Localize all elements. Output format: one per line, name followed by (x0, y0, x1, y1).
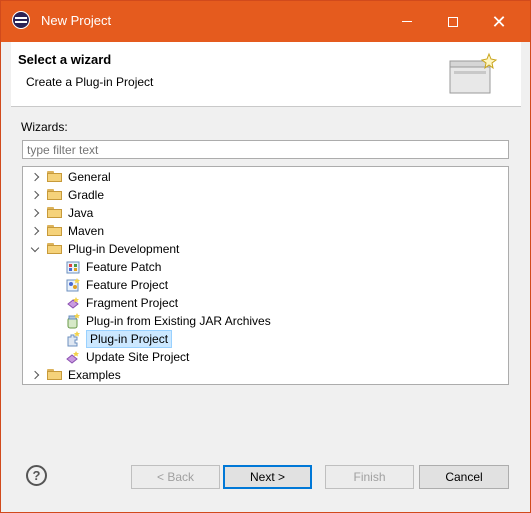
chevron-down-icon[interactable] (29, 240, 41, 258)
wizards-label: Wizards: (21, 120, 68, 134)
jar-plugin-icon (65, 313, 81, 329)
window-title: New Project (41, 13, 112, 28)
chevron-right-icon[interactable] (29, 168, 41, 186)
tree-folder-maven[interactable]: Maven (29, 222, 104, 240)
tree-label: Maven (68, 224, 105, 238)
new-project-dialog: New Project ✕ Select a wizard Create a P… (0, 0, 531, 513)
chevron-right-icon[interactable] (29, 186, 41, 204)
wizard-banner-icon (449, 52, 498, 94)
wizard-header-title: Select a wizard (18, 52, 112, 67)
tree-folder-plug-in-development[interactable]: Plug-in Development (29, 240, 179, 258)
tree-item-plug-in-from-existing-jar-archives[interactable]: Plug-in from Existing JAR Archives (65, 312, 271, 330)
tree-label: Plug-in Development (68, 242, 180, 256)
minimize-button[interactable] (384, 1, 430, 42)
close-button[interactable]: ✕ (476, 1, 522, 42)
tree-item-feature-patch[interactable]: Feature Patch (65, 258, 161, 276)
folder-icon (47, 207, 63, 219)
folder-icon (47, 225, 63, 237)
tree-label: Plug-in from Existing JAR Archives (86, 314, 271, 328)
wizard-header-description: Create a Plug-in Project (26, 75, 154, 89)
tree-item-update-site-project[interactable]: Update Site Project (65, 348, 189, 366)
title-bar[interactable]: New Project ✕ (1, 1, 530, 42)
plugin-project-icon (65, 331, 81, 347)
wizard-tree[interactable]: General Gradle Java Maven Plug-in Developmen… (22, 166, 509, 385)
maximize-button[interactable] (430, 1, 476, 42)
update-site-icon (65, 349, 81, 365)
tree-label: Plug-in Project (86, 330, 173, 348)
tree-label: Examples (68, 368, 121, 382)
tree-item-fragment-project[interactable]: Fragment Project (65, 294, 178, 312)
eclipse-app-icon (12, 11, 30, 29)
tree-label: Feature Patch (86, 260, 162, 274)
wizard-filter-input[interactable] (22, 140, 509, 159)
tree-folder-java[interactable]: Java (29, 204, 93, 222)
back-button[interactable]: < Back (131, 465, 220, 489)
tree-item-plug-in-project[interactable]: Plug-in Project (65, 330, 173, 348)
folder-icon (47, 369, 63, 381)
wizard-header: Select a wizard Create a Plug-in Project (11, 42, 521, 107)
cancel-button[interactable]: Cancel (419, 465, 509, 489)
folder-icon (47, 189, 63, 201)
tree-label: Update Site Project (86, 350, 190, 364)
help-icon: ? (32, 468, 41, 483)
close-icon: ✕ (491, 11, 507, 32)
chevron-right-icon[interactable] (29, 222, 41, 240)
tree-folder-general[interactable]: General (29, 168, 111, 186)
tree-folder-gradle[interactable]: Gradle (29, 186, 104, 204)
chevron-right-icon[interactable] (29, 366, 41, 384)
finish-button[interactable]: Finish (325, 465, 414, 489)
help-button[interactable]: ? (26, 465, 47, 486)
tree-label: Feature Project (86, 278, 169, 292)
maximize-icon (448, 16, 458, 27)
folder-icon (47, 171, 63, 183)
folder-icon (47, 243, 63, 255)
next-button[interactable]: Next > (223, 465, 312, 489)
tree-label: Gradle (68, 188, 105, 202)
fragment-project-icon (65, 295, 81, 311)
tree-label: Java (68, 206, 94, 220)
feature-patch-icon (65, 259, 81, 275)
tree-label: General (68, 170, 111, 184)
feature-project-icon (65, 277, 81, 293)
chevron-right-icon[interactable] (29, 204, 41, 222)
tree-label: Fragment Project (86, 296, 179, 310)
tree-folder-examples[interactable]: Examples (29, 366, 121, 384)
tree-item-feature-project[interactable]: Feature Project (65, 276, 168, 294)
minimize-icon (402, 21, 412, 22)
